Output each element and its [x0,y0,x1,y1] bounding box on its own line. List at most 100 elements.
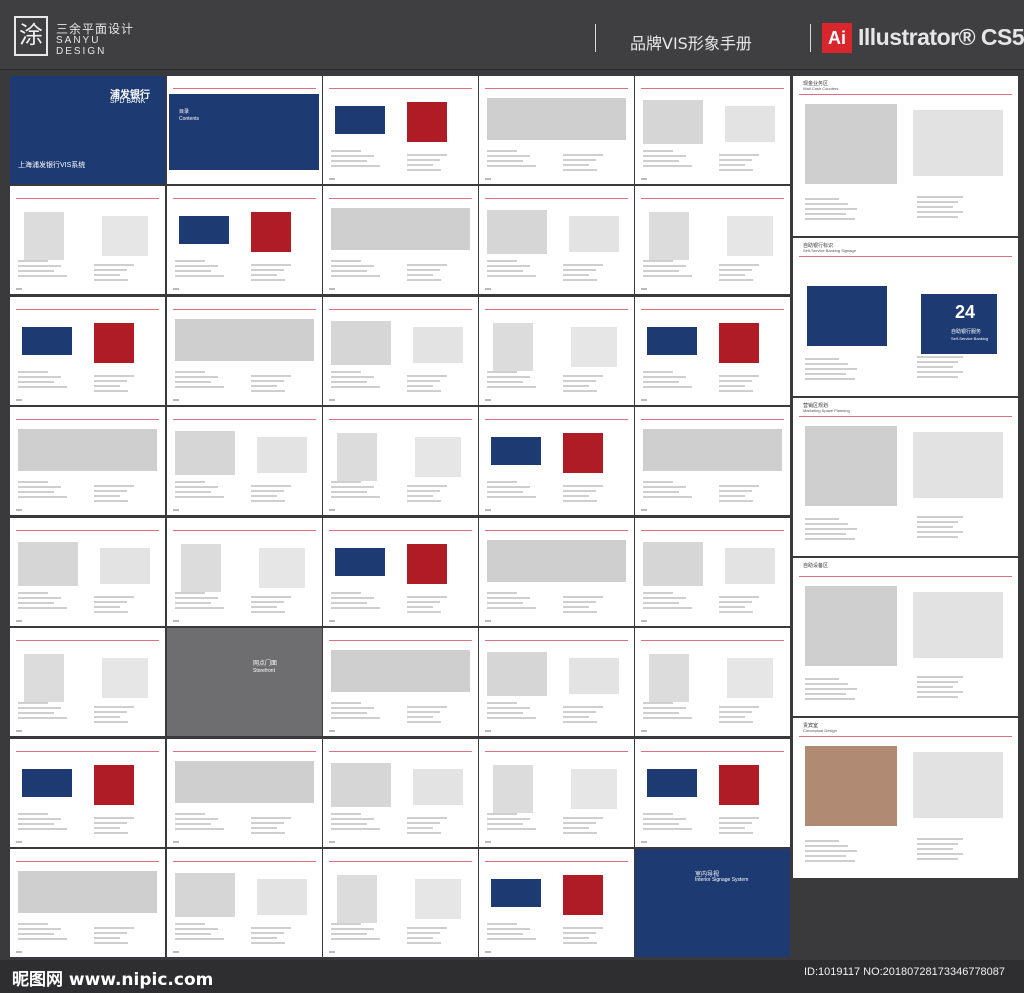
text-line [18,371,48,373]
diagram-block [24,212,64,260]
sign-block [491,437,541,465]
text-line [331,376,374,378]
page-thumbnail [479,186,634,294]
text-line [251,390,285,392]
text-line [719,596,759,598]
page-rule [485,861,628,862]
page-rule [641,530,784,531]
sign-block [563,875,603,915]
page-thumbnail [10,849,165,957]
page-thumbnail [479,297,634,405]
diagram-block [102,216,148,256]
page-rule [329,419,472,420]
diagram-block [24,654,64,702]
diagram-block [181,544,221,592]
text-line [251,927,291,929]
text-line [94,721,128,723]
page-rule [329,640,472,641]
text-line [251,279,285,281]
text-line [94,711,127,713]
text-line [331,386,380,388]
image-block [413,327,463,363]
text-line [18,813,48,815]
text-line [643,602,679,604]
image-block [725,548,775,584]
text-line [331,712,367,714]
image-block [257,879,307,915]
photo-block [805,104,897,184]
text-line [407,274,433,276]
text-line [18,607,67,609]
text-line [175,938,224,940]
text-line [251,264,291,266]
text-line [331,496,380,498]
text-line [917,858,958,860]
text-line [175,607,224,609]
text-line [407,601,440,603]
diagram-block [337,875,377,923]
section-subtitle: Self-Service Banking Signage [803,248,856,253]
text-line [719,169,753,171]
text-line [94,927,134,929]
text-line [251,490,284,492]
text-line [719,274,745,276]
text-line [407,832,441,834]
text-line [917,686,953,688]
page-thumbnail: 网点门面 Storefront [167,628,322,736]
text-line [487,376,530,378]
text-line [487,381,523,383]
divider [810,24,811,52]
text-line [18,270,54,272]
text-line [251,495,277,497]
text-line [487,597,530,599]
text-line [331,265,374,267]
text-line [563,721,597,723]
text-line [18,828,67,830]
photo-block [805,426,897,506]
contents-cn: 目录 [179,109,190,115]
page-thumbnail [10,518,165,626]
text-line [251,932,284,934]
page-thumbnail: 浦发银行 SPD BANK 上海浦发银行VIS系统 [10,76,165,184]
page-rule [173,309,316,310]
text-line [94,601,127,603]
text-line [719,706,759,708]
page-number [329,288,335,290]
text-line [643,818,686,820]
page-thumbnail [323,76,478,184]
cover-title: 上海浦发银行VIS系统 [18,162,86,169]
text-line [805,528,857,530]
text-line [18,928,61,930]
watermark-site: 昵图网 www.nipic.com [12,970,214,990]
text-line [251,827,277,829]
text-line [917,366,953,368]
sign-block [22,327,72,355]
page-thumbnail [479,849,634,957]
text-line [643,165,692,167]
text-line [487,491,523,493]
text-line [331,828,380,830]
text-line [563,827,589,829]
section-title: 自助设备区 [803,563,829,569]
sign-block [22,769,72,797]
text-line [331,933,367,935]
text-line [331,707,374,709]
photo-block [487,540,626,582]
page-number [641,730,647,732]
text-line [719,159,752,161]
text-line [643,270,679,272]
diagram-block [102,658,148,698]
sign-block [94,765,134,805]
text-line [487,923,517,925]
text-line [407,269,440,271]
text-line [805,203,848,205]
page-number [16,620,22,622]
text-line [18,496,67,498]
page-rule [485,751,628,752]
text-line [18,923,48,925]
self-service-en: Self-Service Banking [951,336,989,341]
text-line [805,208,857,210]
text-line [18,376,61,378]
page-number [485,951,491,953]
text-line [94,596,134,598]
